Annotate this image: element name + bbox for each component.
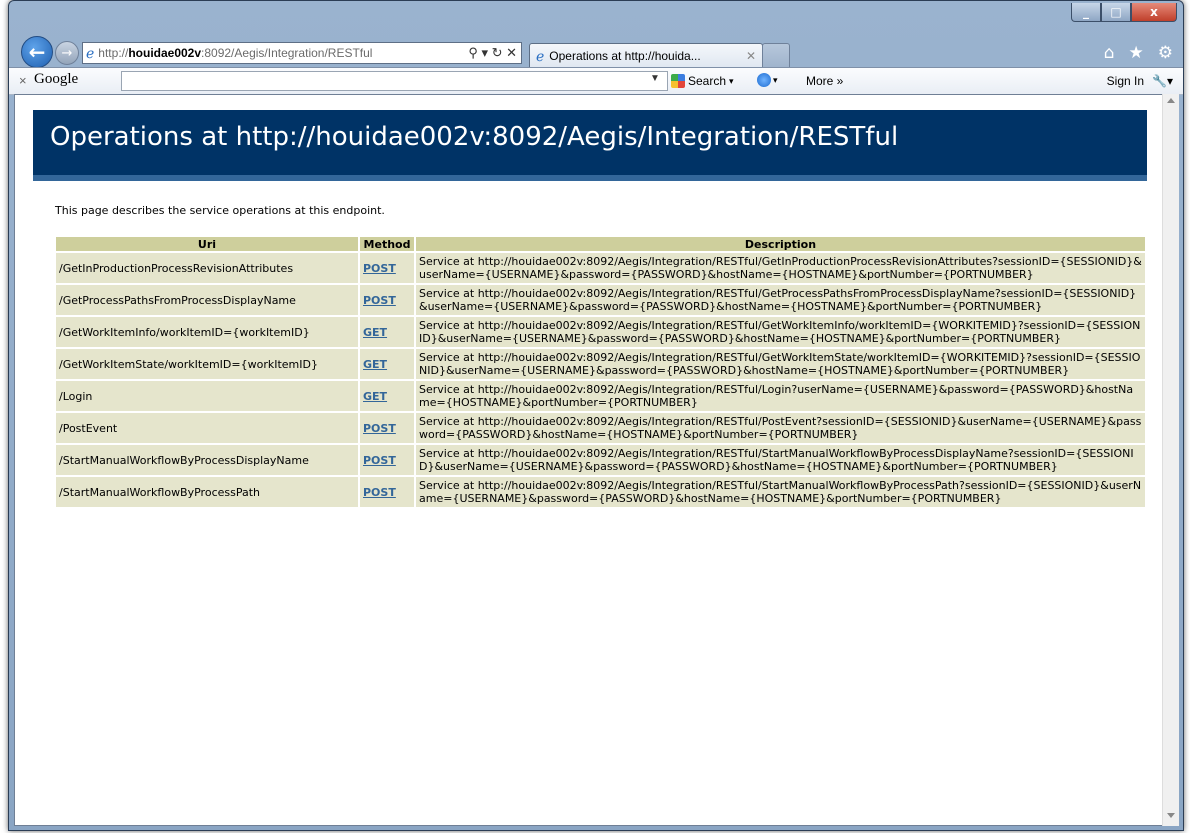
google-search-dropdown[interactable]: ▼ bbox=[650, 73, 660, 84]
back-arrow-icon[interactable]: ← bbox=[21, 36, 53, 68]
google-icon bbox=[671, 74, 685, 88]
scroll-up-icon[interactable] bbox=[1167, 98, 1175, 103]
address-tools[interactable]: ⚲ ▾ ↻ ✕ bbox=[464, 45, 521, 61]
method-cell: POST bbox=[360, 413, 414, 443]
tab-title: Operations at http://houida... bbox=[549, 49, 701, 63]
page-header: Operations at http://houidae002v:8092/Ae… bbox=[33, 110, 1147, 181]
method-link[interactable]: POST bbox=[363, 486, 396, 499]
column-header-description: Description bbox=[416, 237, 1145, 251]
sign-in-label[interactable]: Sign In bbox=[1107, 74, 1144, 88]
method-link[interactable]: POST bbox=[363, 262, 396, 275]
method-link[interactable]: GET bbox=[363, 390, 387, 403]
uri-cell: /Login bbox=[56, 381, 358, 411]
table-row: /GetInProductionProcessRevisionAttribute… bbox=[56, 253, 1145, 283]
uri-cell: /StartManualWorkflowByProcessDisplayName bbox=[56, 445, 358, 475]
table-header-row: Uri Method Description bbox=[56, 237, 1145, 251]
description-cell: Service at http://houidae002v:8092/Aegis… bbox=[416, 477, 1145, 507]
tools-gear-icon[interactable]: ⚙ bbox=[1158, 43, 1173, 63]
share-button[interactable]: ▾ bbox=[757, 73, 778, 87]
home-icon[interactable]: ⌂ bbox=[1104, 43, 1115, 63]
navigation-bar: ← → ℯ http://houidae002v:8092/Aegis/Inte… bbox=[9, 36, 1183, 68]
address-bar[interactable]: ℯ http://houidae002v:8092/Aegis/Integrat… bbox=[82, 42, 522, 64]
google-search-button[interactable]: Search ▾ bbox=[671, 74, 734, 88]
description-cell: Service at http://houidae002v:8092/Aegis… bbox=[416, 413, 1145, 443]
method-cell: POST bbox=[360, 285, 414, 315]
uri-cell: /GetInProductionProcessRevisionAttribute… bbox=[56, 253, 358, 283]
more-button[interactable]: More » bbox=[806, 74, 843, 88]
google-logo: Google bbox=[34, 71, 79, 87]
table-row: /Login GET Service at http://houidae002v:8… bbox=[56, 381, 1145, 411]
method-link[interactable]: GET bbox=[363, 358, 387, 371]
uri-cell: /GetWorkItemState/workItemID={workItemID… bbox=[56, 349, 358, 379]
close-tab-icon[interactable]: ✕ bbox=[746, 49, 756, 63]
google-sign-in[interactable]: Sign In 🔧▾ bbox=[1107, 74, 1173, 88]
page-title: Operations at http://houidae002v:8092/Ae… bbox=[50, 122, 899, 152]
vertical-scrollbar[interactable] bbox=[1162, 94, 1179, 826]
method-link[interactable]: POST bbox=[363, 422, 396, 435]
description-cell: Service at http://houidae002v:8092/Aegis… bbox=[416, 285, 1145, 315]
table-row: /GetProcessPathsFromProcessDisplayName PO… bbox=[56, 285, 1145, 315]
browser-tools: ⌂ ★ ⚙ bbox=[1104, 43, 1173, 63]
google-toolbar: × Google ▼ Search ▾ ▾ More » Sign In 🔧▾ bbox=[9, 67, 1183, 95]
uri-cell: /StartManualWorkflowByProcessPath bbox=[56, 477, 358, 507]
ie-logo-icon: ℯ bbox=[86, 44, 95, 61]
method-cell: POST bbox=[360, 477, 414, 507]
method-link[interactable]: GET bbox=[363, 326, 387, 339]
method-cell: GET bbox=[360, 349, 414, 379]
method-cell: GET bbox=[360, 317, 414, 347]
method-cell: POST bbox=[360, 445, 414, 475]
maximize-button[interactable]: □ bbox=[1101, 3, 1131, 22]
description-cell: Service at http://houidae002v:8092/Aegis… bbox=[416, 349, 1145, 379]
column-header-method: Method bbox=[360, 237, 414, 251]
uri-cell: /GetProcessPathsFromProcessDisplayName bbox=[56, 285, 358, 315]
description-cell: Service at http://houidae002v:8092/Aegis… bbox=[416, 445, 1145, 475]
table-row: /StartManualWorkflowByProcessDisplayName… bbox=[56, 445, 1145, 475]
share-icon bbox=[757, 73, 771, 87]
close-toolbar-icon[interactable]: × bbox=[19, 73, 27, 88]
wrench-icon[interactable]: 🔧▾ bbox=[1152, 74, 1173, 88]
intro-text: This page describes the service operatio… bbox=[55, 204, 385, 217]
forward-arrow-icon[interactable]: → bbox=[55, 41, 79, 65]
page-content: Operations at http://houidae002v:8092/Ae… bbox=[14, 94, 1164, 826]
method-cell: POST bbox=[360, 253, 414, 283]
description-cell: Service at http://houidae002v:8092/Aegis… bbox=[416, 253, 1145, 283]
tab-operations[interactable]: ℯ Operations at http://houida... ✕ bbox=[529, 43, 763, 68]
address-url[interactable]: http://houidae002v:8092/Aegis/Integratio… bbox=[98, 46, 464, 60]
method-link[interactable]: POST bbox=[363, 454, 396, 467]
uri-cell: /GetWorkItemInfo/workItemID={workItemID} bbox=[56, 317, 358, 347]
window-controls: _ □ x bbox=[1071, 3, 1177, 22]
method-cell: GET bbox=[360, 381, 414, 411]
description-cell: Service at http://houidae002v:8092/Aegis… bbox=[416, 381, 1145, 411]
column-header-uri: Uri bbox=[56, 237, 358, 251]
scroll-down-icon[interactable] bbox=[1167, 813, 1175, 818]
method-link[interactable]: POST bbox=[363, 294, 396, 307]
description-cell: Service at http://houidae002v:8092/Aegis… bbox=[416, 317, 1145, 347]
table-row: /StartManualWorkflowByProcessPath POST Ser… bbox=[56, 477, 1145, 507]
browser-window: _ □ x ← → ℯ http://houidae002v:8092/Aegi… bbox=[8, 0, 1184, 831]
uri-cell: /PostEvent bbox=[56, 413, 358, 443]
close-button[interactable]: x bbox=[1131, 3, 1177, 22]
new-tab-button[interactable] bbox=[762, 43, 790, 68]
google-search-input[interactable] bbox=[121, 71, 668, 91]
minimize-button[interactable]: _ bbox=[1071, 3, 1101, 22]
google-search-label: Search bbox=[688, 74, 727, 88]
table-row: /GetWorkItemInfo/workItemID={workItemID}… bbox=[56, 317, 1145, 347]
favorites-star-icon[interactable]: ★ bbox=[1129, 43, 1144, 63]
table-row: /GetWorkItemState/workItemID={workItemID… bbox=[56, 349, 1145, 379]
ie-logo-icon: ℯ bbox=[536, 47, 545, 64]
operations-table: Uri Method Description /GetInProductionP… bbox=[54, 235, 1147, 509]
table-row: /PostEvent POST Service at http://houidae0… bbox=[56, 413, 1145, 443]
